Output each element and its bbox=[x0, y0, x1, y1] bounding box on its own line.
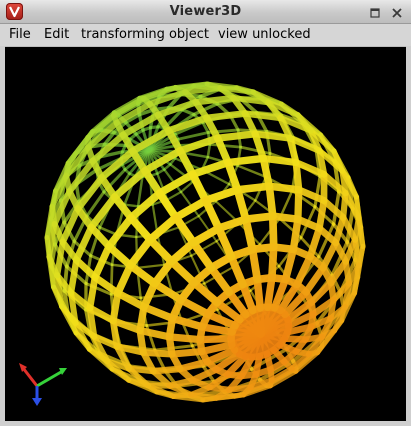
sphere-tube-segment bbox=[263, 273, 276, 311]
window-frame-bottom bbox=[0, 421, 411, 426]
sphere-tube-segment bbox=[168, 314, 206, 331]
sphere-tube-segment bbox=[109, 289, 122, 325]
sphere-tube-segment bbox=[306, 224, 323, 261]
sphere-tube-segment bbox=[126, 235, 155, 270]
sphere-tube-segment bbox=[155, 170, 197, 198]
window-frame-right bbox=[406, 46, 411, 426]
sphere-tube-segment bbox=[146, 235, 176, 266]
sphere-tube-segment bbox=[315, 197, 328, 232]
sphere-tube-segment bbox=[292, 158, 303, 194]
sphere-tube-segment bbox=[136, 175, 144, 208]
sphere-tube-segment bbox=[136, 326, 173, 341]
sphere-tube-segment bbox=[176, 131, 210, 141]
sphere-tube-segment bbox=[289, 215, 302, 254]
close-icon[interactable] bbox=[390, 5, 404, 19]
sphere-tube-segment bbox=[268, 212, 278, 251]
sphere-tube-segment bbox=[177, 296, 212, 319]
menu-file[interactable]: File bbox=[6, 27, 34, 42]
menu-bar: File Edit transforming object view unloc… bbox=[0, 24, 411, 47]
sphere-tube-segment bbox=[265, 182, 303, 194]
sphere-tube-segment bbox=[188, 170, 210, 205]
sphere-tube-segment bbox=[259, 154, 300, 167]
sphere-tube-segment bbox=[72, 256, 99, 281]
3d-viewport[interactable] bbox=[5, 47, 406, 421]
sphere-tube-segment bbox=[332, 214, 347, 246]
sphere-tube-segment bbox=[253, 275, 264, 312]
sphere-tube-segment bbox=[146, 213, 180, 244]
sphere-tube-segment bbox=[268, 243, 278, 282]
sphere-tube-segment bbox=[213, 134, 232, 167]
sphere-tube-segment bbox=[251, 130, 294, 142]
sphere-tube-segment bbox=[140, 303, 177, 323]
title-bar[interactable]: Viewer3D bbox=[0, 0, 411, 24]
sphere-tube-segment bbox=[233, 182, 274, 194]
sphere-tube-segment bbox=[114, 261, 135, 297]
sphere-tube-segment bbox=[67, 256, 80, 296]
menu-edit[interactable]: Edit bbox=[41, 27, 72, 42]
sphere-tube-segment bbox=[239, 145, 272, 155]
sphere-tube-segment bbox=[165, 333, 204, 344]
sphere-tube-segment bbox=[150, 365, 184, 375]
sphere-tube-segment bbox=[192, 94, 237, 106]
sphere-tube-segment bbox=[136, 263, 166, 269]
viewer3d-window: Viewer3D File Edit transforming object v… bbox=[0, 0, 411, 426]
sphere-tube-segment bbox=[214, 130, 259, 142]
sphere-tube-segment bbox=[294, 186, 303, 223]
axis-gizmo-icon bbox=[19, 363, 67, 406]
sphere-tube-segment bbox=[167, 257, 199, 287]
sphere-tube-segment bbox=[206, 143, 212, 159]
sphere-tube-segment bbox=[168, 347, 206, 358]
sphere-tube-segment bbox=[139, 348, 176, 358]
menu-view-unlocked[interactable]: view unlocked bbox=[215, 27, 314, 42]
sphere-tube-segment bbox=[224, 154, 267, 167]
sphere-tube-segment bbox=[86, 273, 99, 312]
sphere-tube-segment bbox=[182, 85, 224, 95]
sphere-tube-segment bbox=[265, 182, 277, 220]
window-title: Viewer3D bbox=[169, 4, 242, 19]
sphere-tube-segment bbox=[98, 226, 118, 236]
sphere-tube-segment bbox=[248, 245, 262, 284]
sphere-tube-segment bbox=[198, 323, 236, 336]
sphere-tube-segment bbox=[281, 245, 298, 284]
sphere-tube-segment bbox=[196, 334, 235, 344]
maximize-icon[interactable] bbox=[368, 5, 382, 19]
sphere-tube-segment bbox=[241, 215, 257, 254]
menu-transforming-object[interactable]: transforming object bbox=[78, 27, 212, 42]
sphere-tube-segment bbox=[241, 212, 277, 224]
sphere-tube-segment bbox=[166, 190, 183, 201]
sphere-tube-segment bbox=[201, 185, 242, 205]
sphere-tube-segment bbox=[203, 110, 249, 122]
